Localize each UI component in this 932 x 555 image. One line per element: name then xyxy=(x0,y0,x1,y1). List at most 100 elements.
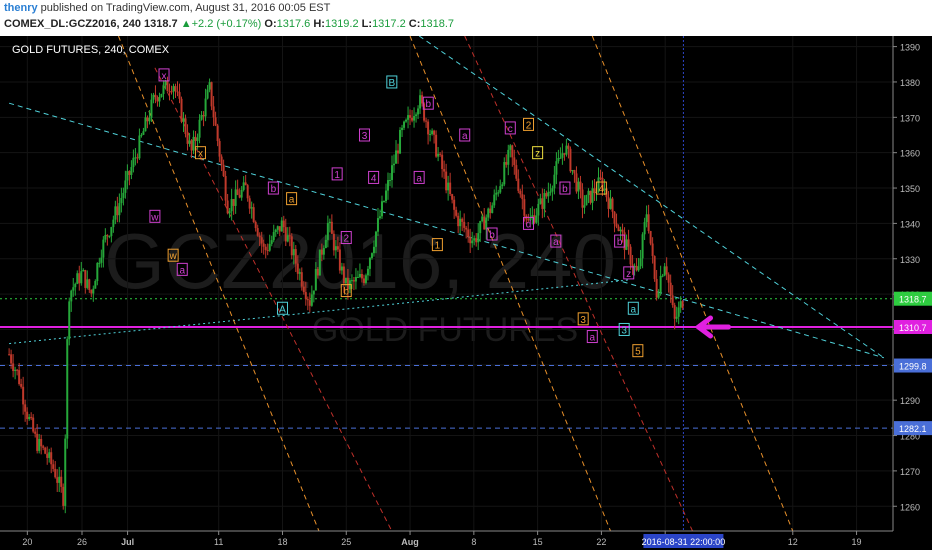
candle-body xyxy=(415,114,418,117)
candle-body xyxy=(224,176,227,201)
candle-body xyxy=(180,98,183,122)
candle-body xyxy=(134,157,137,159)
candle-body xyxy=(645,214,648,223)
candle-body xyxy=(326,223,329,240)
candle-body xyxy=(467,229,470,238)
candle-body xyxy=(461,218,464,222)
candle-body xyxy=(16,369,19,371)
candle-body xyxy=(46,453,49,458)
wave-label: 4 xyxy=(371,173,377,184)
candle-body xyxy=(308,300,311,306)
candle-body xyxy=(457,215,460,227)
candle-body xyxy=(587,190,590,196)
high-label: H: xyxy=(313,18,325,30)
candle-body xyxy=(232,198,235,206)
wave-label: z xyxy=(535,149,540,160)
price-chart[interactable]: GCZ2016, 240 GOLD FUTURES xxwwabaAb1234B… xyxy=(0,35,932,550)
candle-body xyxy=(74,283,77,288)
candle-body xyxy=(274,229,277,233)
publish-line: thenry published on TradingView.com, Aug… xyxy=(4,2,330,14)
candle-body xyxy=(154,94,157,98)
candle-body xyxy=(260,237,263,244)
high-value: 1319.2 xyxy=(324,18,359,30)
candle-body xyxy=(210,82,213,107)
candle-body xyxy=(178,92,181,99)
candle-body xyxy=(565,145,568,155)
price-tick-label: 1360 xyxy=(900,149,920,159)
price-tick-label: 1380 xyxy=(900,78,920,88)
wave-label: b xyxy=(425,99,431,110)
candle-body xyxy=(52,464,55,469)
candle-body xyxy=(230,198,233,212)
candle-body xyxy=(679,301,682,308)
candle-body xyxy=(523,199,526,216)
wave-label: a xyxy=(179,265,185,276)
candle-body xyxy=(174,86,177,92)
candle-body xyxy=(182,118,185,122)
candle-body xyxy=(657,292,660,298)
candle-body xyxy=(382,201,385,203)
candle-body xyxy=(42,446,45,448)
candle-body xyxy=(338,249,341,271)
price-tick-label: 1370 xyxy=(900,113,920,123)
candle-body xyxy=(581,189,584,208)
candle-body xyxy=(439,153,442,155)
chart-area[interactable]: GCZ2016, 240 GOLD FUTURES xxwwabaAb1234B… xyxy=(0,35,932,550)
candle-body xyxy=(621,229,624,233)
wave-label: b xyxy=(271,184,277,195)
wave-label: B xyxy=(388,78,395,89)
candle-body xyxy=(459,218,462,227)
candle-body xyxy=(483,216,486,230)
candle-body xyxy=(170,91,173,93)
candle-body xyxy=(643,222,646,235)
candle-body xyxy=(551,188,554,192)
time-tick-label: 22 xyxy=(596,537,606,547)
candle-body xyxy=(553,174,556,189)
candle-body xyxy=(124,180,127,193)
candle-body xyxy=(70,290,73,302)
candle-body xyxy=(561,153,564,158)
candle-body xyxy=(276,226,279,230)
candle-body xyxy=(18,370,21,385)
candle-body xyxy=(350,280,353,282)
wave-label: a xyxy=(590,333,596,344)
candle-body xyxy=(521,194,524,200)
candle-body xyxy=(128,171,131,175)
candle-body xyxy=(469,237,472,244)
candle-body xyxy=(26,411,29,420)
candle-body xyxy=(284,227,287,242)
candle-body xyxy=(34,431,37,434)
candle-body xyxy=(186,134,189,144)
candle-body xyxy=(374,231,377,247)
candle-body xyxy=(36,433,39,451)
candle-body xyxy=(511,145,514,158)
candle-body xyxy=(499,186,502,193)
candle-body xyxy=(535,215,538,223)
candle-body xyxy=(10,354,13,364)
candle-body xyxy=(513,157,516,166)
candle-body xyxy=(252,207,255,223)
candle-body xyxy=(30,416,33,418)
candle-body xyxy=(114,206,117,220)
candle-body xyxy=(537,203,540,216)
candle-body xyxy=(98,262,101,264)
candle-body xyxy=(491,205,494,213)
wave-label: b xyxy=(489,230,495,241)
candle-body xyxy=(272,232,275,241)
candle-body xyxy=(28,416,31,420)
time-tick-label: 15 xyxy=(533,537,543,547)
candle-body xyxy=(156,97,159,102)
time-tick-label: 26 xyxy=(77,537,87,547)
candle-body xyxy=(316,268,319,276)
time-tick-label: Jul xyxy=(121,537,134,547)
candle-body xyxy=(336,246,339,250)
candle-body xyxy=(94,281,97,289)
candle-body xyxy=(228,211,231,214)
author-link[interactable]: thenry xyxy=(4,2,38,14)
candle-body xyxy=(166,80,169,92)
last-price: 1318.7 xyxy=(144,18,178,30)
candle-body xyxy=(545,193,548,197)
candle-body xyxy=(429,134,432,136)
candle-body xyxy=(278,226,281,232)
candle-body xyxy=(425,120,428,122)
